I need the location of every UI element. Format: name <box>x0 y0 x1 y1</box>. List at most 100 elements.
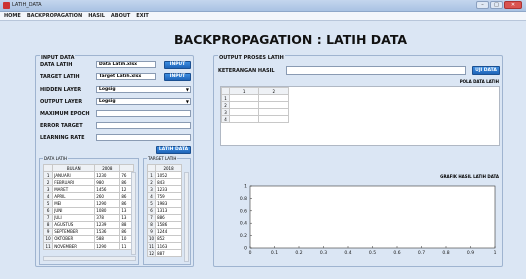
cell-bulan[interactable]: JANUARI <box>52 171 96 180</box>
learning-rate-input[interactable] <box>96 134 191 141</box>
table-row[interactable]: 11 NOVEMBER 1290 11 <box>43 242 134 251</box>
table-cell[interactable] <box>258 101 289 110</box>
cell-bulan[interactable]: MEI <box>52 199 96 208</box>
cell-bulan[interactable]: JUNI <box>52 206 96 215</box>
cell-bulan[interactable]: NOVEMBER <box>52 242 96 251</box>
cell-2018[interactable]: 843 <box>155 178 182 187</box>
cell-bulan[interactable]: MARET <box>52 185 96 194</box>
menu-home[interactable]: HOME <box>4 13 21 19</box>
cell-2018[interactable]: 887 <box>155 249 182 258</box>
table-row[interactable]: 5 MEI 1290 86 <box>43 199 134 208</box>
column-header-2018[interactable]: 2018 <box>155 164 182 173</box>
cell-2018[interactable]: 1244 <box>155 227 182 236</box>
table-row[interactable]: 9 SEPTEMBER 1536 86 <box>43 227 134 236</box>
table-row[interactable]: 4 759 <box>147 192 182 201</box>
keterangan-hasil-field[interactable] <box>286 66 466 75</box>
column-header-1[interactable]: 1 <box>228 86 260 96</box>
cell-2008[interactable]: 1456 <box>94 185 121 194</box>
vertical-scrollbar[interactable] <box>184 172 189 262</box>
target-latih-field[interactable]: Target Latih.xlsx <box>96 73 156 80</box>
table-row[interactable]: 1 JANUARI 1230 76 <box>43 171 134 180</box>
max-epoch-input[interactable] <box>96 110 191 117</box>
cell-2018[interactable]: 1233 <box>155 185 182 194</box>
menu-hasil[interactable]: HASIL <box>88 13 105 19</box>
uji-data-button[interactable]: UJI DATA <box>472 66 500 75</box>
table-cell[interactable] <box>258 108 289 117</box>
data-latih-table[interactable]: BULAN 2008 1 JANUARI 1230 76 2 FEBRUARI 980 86 3… <box>43 164 134 251</box>
table-row[interactable]: 2 843 <box>147 178 182 187</box>
cell-2008[interactable]: 260 <box>94 192 121 201</box>
hidden-layer-select[interactable]: Logsig ▼ <box>96 86 191 93</box>
cell-2018[interactable]: 886 <box>155 213 182 222</box>
cell-2008[interactable]: 1239 <box>94 220 121 229</box>
table-row[interactable]: 10 OKTOBER 588 10 <box>43 234 134 244</box>
cell-2008[interactable]: 1230 <box>94 171 121 180</box>
table-row[interactable]: 2 <box>221 101 289 110</box>
cell-2018[interactable]: 1313 <box>155 206 182 215</box>
table-row[interactable]: 3 MARET 1456 12 <box>43 185 134 194</box>
table-row[interactable]: 1 <box>221 94 289 103</box>
table-row[interactable]: 11 1163 <box>147 242 182 251</box>
cell-2008[interactable]: 378 <box>94 213 121 222</box>
table-row[interactable]: 3 1233 <box>147 185 182 194</box>
data-latih-field[interactable]: Data Latih.xlsx <box>96 61 156 68</box>
pola-data-latih-table[interactable]: 1 2 1234 <box>221 86 289 124</box>
cell-bulan[interactable]: JULI <box>52 213 96 222</box>
cell-2018[interactable]: 852 <box>155 234 182 244</box>
table-row[interactable]: 7 JULI 378 13 <box>43 213 134 222</box>
cell-2018[interactable]: 1052 <box>155 171 182 180</box>
table-cell[interactable] <box>258 115 289 124</box>
table-row[interactable]: 9 1244 <box>147 227 182 236</box>
cell-bulan[interactable]: APRIL <box>52 192 96 201</box>
table-row[interactable]: 3 <box>221 108 289 117</box>
table-row[interactable]: 8 AGUSTUS 1239 88 <box>43 220 134 229</box>
table-row[interactable]: 5 1983 <box>147 199 182 208</box>
cell-bulan[interactable]: FEBRUARI <box>52 178 96 187</box>
table-row[interactable]: 8 1586 <box>147 220 182 229</box>
close-button[interactable]: ✕ <box>504 1 522 9</box>
cell-2008[interactable]: 1290 <box>94 199 121 208</box>
cell-2008[interactable]: 980 <box>94 178 121 187</box>
input-target-latih-button[interactable]: INPUT <box>164 73 191 81</box>
cell-2008[interactable]: 588 <box>94 234 121 244</box>
horizontal-scrollbar[interactable] <box>43 256 136 261</box>
table-cell[interactable] <box>228 101 260 110</box>
table-cell[interactable] <box>228 115 260 124</box>
table-row[interactable]: 12 887 <box>147 249 182 258</box>
maximize-button[interactable]: □ <box>490 1 503 9</box>
table-row[interactable]: 6 1313 <box>147 206 182 215</box>
cell-bulan[interactable]: AGUSTUS <box>52 220 96 229</box>
cell-2018[interactable]: 759 <box>155 192 182 201</box>
vertical-scrollbar[interactable] <box>131 172 136 255</box>
input-data-latih-button[interactable]: INPUT <box>164 61 191 69</box>
table-row[interactable]: 6 JUNI 1080 13 <box>43 206 134 215</box>
cell-2018[interactable]: 1586 <box>155 220 182 229</box>
table-row[interactable]: 4 APRIL 260 86 <box>43 192 134 201</box>
column-header-2[interactable]: 2 <box>258 86 289 96</box>
menu-backpropagation[interactable]: BACKPROPAGATION <box>27 13 82 19</box>
cell-2008[interactable]: 1536 <box>94 227 121 236</box>
column-header-2008[interactable]: 2008 <box>94 164 121 173</box>
table-row[interactable]: 2 FEBRUARI 980 86 <box>43 178 134 187</box>
table-row[interactable]: 4 <box>221 115 289 124</box>
cell-2008[interactable]: 1080 <box>94 206 121 215</box>
cell-2018[interactable]: 1983 <box>155 199 182 208</box>
menu-about[interactable]: ABOUT <box>111 13 130 19</box>
target-latih-table[interactable]: 2018 1 1052 2 843 3 1233 4 759 5 1983 6 1313 7 886 8 15… <box>147 164 182 258</box>
cell-2018[interactable]: 1163 <box>155 242 182 251</box>
latih-data-button[interactable]: LATIH DATA <box>156 146 191 154</box>
output-layer-select[interactable]: Logsig ▼ <box>96 98 191 105</box>
cell-bulan[interactable]: SEPTEMBER <box>52 227 96 236</box>
table-cell[interactable] <box>228 94 260 103</box>
error-target-input[interactable] <box>96 122 191 129</box>
table-row[interactable]: 1 1052 <box>147 171 182 180</box>
table-row[interactable]: 7 886 <box>147 213 182 222</box>
cell-2008[interactable]: 1290 <box>94 242 121 251</box>
column-header-bulan[interactable]: BULAN <box>52 164 96 173</box>
minimize-button[interactable]: – <box>476 1 489 9</box>
table-cell[interactable] <box>228 108 260 117</box>
table-cell[interactable] <box>258 94 289 103</box>
cell-bulan[interactable]: OKTOBER <box>52 234 96 244</box>
menu-exit[interactable]: EXIT <box>136 13 149 19</box>
table-row[interactable]: 10 852 <box>147 234 182 244</box>
